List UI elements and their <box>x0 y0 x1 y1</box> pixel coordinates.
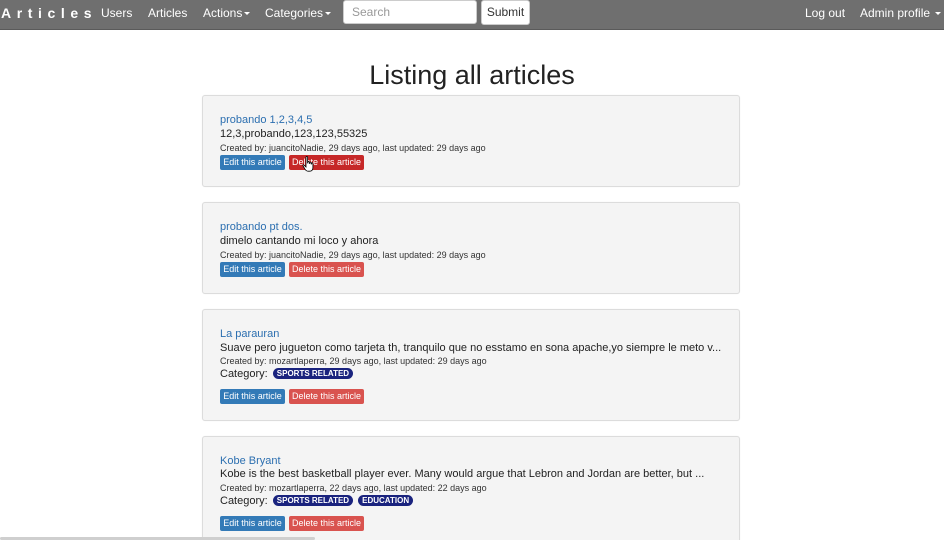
brand-logo[interactable]: Articles <box>1 5 97 21</box>
article-title-link[interactable]: La parauran <box>220 328 279 340</box>
delete-article-button[interactable]: Delete this article <box>289 516 364 531</box>
article-description: Kobe is the best basketball player ever.… <box>220 468 705 480</box>
category-label: Category: <box>220 495 268 507</box>
article-title-link[interactable]: probando 1,2,3,4,5 <box>220 114 312 126</box>
edit-article-button[interactable]: Edit this article <box>220 262 285 277</box>
category-badge[interactable]: SPORTS RELATED <box>272 495 354 506</box>
article-title-link[interactable]: probando pt dos. <box>220 221 303 233</box>
category-label: Category: <box>220 368 268 380</box>
article-meta: Created by: mozartlaperra, 22 days ago, … <box>220 483 487 493</box>
nav-dropdown-admin-profile[interactable]: Admin profile <box>860 6 942 20</box>
article-card: probando pt dos. dimelo cantando mi loco… <box>202 202 740 294</box>
submit-button[interactable]: Submit <box>481 0 530 25</box>
article-description: dimelo cantando mi loco y ahora <box>220 235 379 247</box>
nav-dropdown-admin-profile-label: Admin profile <box>860 6 931 20</box>
article-meta: Created by: juancitoNadie, 29 days ago, … <box>220 143 486 153</box>
delete-article-button[interactable]: Delete this article <box>289 155 364 170</box>
category-badge[interactable]: EDUCATION <box>358 495 414 506</box>
article-card: probando 1,2,3,4,5 12,3,probando,123,123… <box>202 95 740 187</box>
caret-down-icon <box>244 12 251 16</box>
delete-article-button[interactable]: Delete this article <box>289 389 364 404</box>
nav-dropdown-actions[interactable]: Actions <box>203 6 251 20</box>
nav-link-users[interactable]: Users <box>101 6 132 20</box>
article-title-link[interactable]: Kobe Bryant <box>220 455 281 467</box>
nav-dropdown-categories[interactable]: Categories <box>265 6 332 20</box>
article-card: La parauran Suave pero jugueton como tar… <box>202 309 740 421</box>
page-title: Listing all articles <box>369 60 575 90</box>
nav-dropdown-categories-label: Categories <box>265 6 324 20</box>
article-meta: Created by: juancitoNadie, 29 days ago, … <box>220 250 486 260</box>
nav-link-logout[interactable]: Log out <box>805 6 845 20</box>
caret-down-icon <box>325 12 332 16</box>
nav-link-articles[interactable]: Articles <box>148 6 187 20</box>
edit-article-button[interactable]: Edit this article <box>220 155 285 170</box>
article-meta: Created by: mozartlaperra, 29 days ago, … <box>220 356 487 366</box>
top-navbar: Articles Users Articles Actions Categori… <box>0 0 944 30</box>
edit-article-button[interactable]: Edit this article <box>220 516 285 531</box>
article-description: Suave pero jugueton como tarjeta th, tra… <box>220 342 722 354</box>
article-description: 12,3,probando,123,123,55325 <box>220 128 368 140</box>
article-category-row: Category: SPORTS RELATED <box>220 368 354 380</box>
category-badge[interactable]: SPORTS RELATED <box>272 368 354 379</box>
delete-article-button[interactable]: Delete this article <box>289 262 364 277</box>
article-category-row: Category: SPORTS RELATED EDUCATION <box>220 495 414 507</box>
article-card: Kobe Bryant Kobe is the best basketball … <box>202 436 740 540</box>
search-input[interactable] <box>343 0 477 24</box>
nav-dropdown-actions-label: Actions <box>203 6 243 20</box>
caret-down-icon <box>935 12 942 16</box>
edit-article-button[interactable]: Edit this article <box>220 389 285 404</box>
